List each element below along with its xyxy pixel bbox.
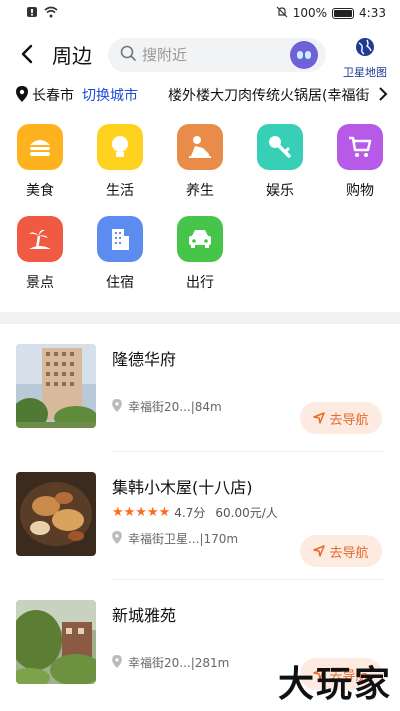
battery-percent: 100% (292, 6, 328, 20)
category-travel[interactable]: 出行 (170, 216, 230, 292)
notification-icon (26, 6, 38, 21)
burger-icon (17, 124, 63, 170)
place-name: 集韩小木屋(十八店) (112, 478, 253, 497)
current-city: 长春市 (32, 88, 74, 104)
place-meta: 幸福街20... |281m (112, 654, 229, 671)
category-shopping[interactable]: 购物 (330, 124, 390, 200)
building-icon (97, 216, 143, 262)
status-right: 100% 4:33 (276, 6, 386, 21)
mute-icon (276, 6, 288, 21)
globe-icon (356, 38, 374, 56)
place-thumbnail (16, 600, 96, 684)
place-meta: 幸福街卫星... |170m (112, 530, 238, 547)
palm-icon (17, 216, 63, 262)
chevron-left-icon (21, 44, 33, 64)
page-title: 周边 (52, 44, 92, 68)
voice-assistant-icon[interactable] (290, 41, 318, 69)
place-distance: |84m (190, 399, 222, 414)
lightbulb-icon (97, 124, 143, 170)
place-rating: ★★★★★ 4.7分 60.00元/人 (112, 504, 278, 521)
category-label: 景点 (26, 275, 54, 291)
watermark-logo: 大玩家 (277, 663, 392, 705)
navigation-arrow-icon (313, 545, 326, 557)
back-button[interactable] (16, 42, 40, 66)
car-icon (177, 216, 223, 262)
clock: 4:33 (359, 6, 386, 20)
list-item[interactable]: 集韩小木屋(十八店) ★★★★★ 4.7分 60.00元/人 幸福街卫星... … (0, 452, 400, 580)
place-thumbnail (16, 344, 96, 428)
category-food[interactable]: 美食 (10, 124, 70, 200)
battery-icon (332, 7, 355, 19)
category-label: 住宿 (106, 275, 134, 291)
massage-icon (177, 124, 223, 170)
search-box[interactable] (108, 38, 326, 72)
place-name: 新城雅苑 (112, 606, 177, 625)
category-label: 购物 (346, 183, 374, 199)
navigation-arrow-icon (313, 412, 326, 424)
price-per-person: 60.00元/人 (215, 506, 278, 520)
location-bar: 长春市 切换城市 楼外楼大刀肉传统火锅居(幸福街 (0, 82, 400, 108)
place-address: 幸福街卫星... (128, 532, 200, 546)
chevron-right-icon[interactable] (378, 86, 388, 106)
navigate-label: 去导航 (329, 545, 369, 561)
star-rating-icon: ★★★★★ (112, 505, 171, 520)
search-input[interactable] (142, 46, 272, 64)
current-address[interactable]: 楼外楼大刀肉传统火锅居(幸福街 (168, 85, 374, 105)
place-meta: 幸福街20... |84m (112, 398, 222, 415)
category-attractions[interactable]: 景点 (10, 216, 70, 292)
category-label: 生活 (106, 183, 134, 199)
navigate-button[interactable]: 去导航 (300, 535, 382, 567)
category-label: 美食 (26, 183, 54, 199)
status-bar: 100% 4:33 (0, 0, 400, 26)
category-entertainment[interactable]: 娱乐 (250, 124, 310, 200)
header: 周边 卫星地图 (0, 34, 400, 79)
place-distance: |170m (199, 531, 239, 546)
place-address: 幸福街20... (128, 656, 191, 670)
place-distance: |281m (190, 655, 230, 670)
status-left (26, 6, 58, 21)
place-thumbnail (16, 472, 96, 556)
location-pin-icon (112, 530, 122, 547)
satellite-map-label: 卫星地图 (343, 66, 387, 79)
list-item[interactable]: 隆德华府 幸福街20... |84m 去导航 (0, 324, 400, 452)
category-label: 娱乐 (266, 183, 294, 199)
cart-icon (337, 124, 383, 170)
location-pin-icon (112, 398, 122, 415)
navigate-label: 去导航 (329, 412, 369, 428)
switch-city-link[interactable]: 切换城市 (82, 85, 138, 105)
category-wellness[interactable]: 养生 (170, 124, 230, 200)
category-label: 出行 (186, 275, 214, 291)
location-pin-icon (16, 86, 28, 106)
rating-score: 4.7分 (174, 506, 206, 520)
search-icon (120, 45, 136, 65)
category-life[interactable]: 生活 (90, 124, 150, 200)
satellite-map-button[interactable]: 卫星地图 (340, 36, 390, 80)
key-icon (257, 124, 303, 170)
place-address: 幸福街20... (128, 400, 191, 414)
place-name: 隆德华府 (112, 350, 177, 369)
location-pin-icon (112, 654, 122, 671)
navigate-button[interactable]: 去导航 (300, 402, 382, 434)
section-divider (0, 312, 400, 324)
wifi-icon (44, 6, 58, 21)
category-lodging[interactable]: 住宿 (90, 216, 150, 292)
category-label: 养生 (186, 183, 214, 199)
